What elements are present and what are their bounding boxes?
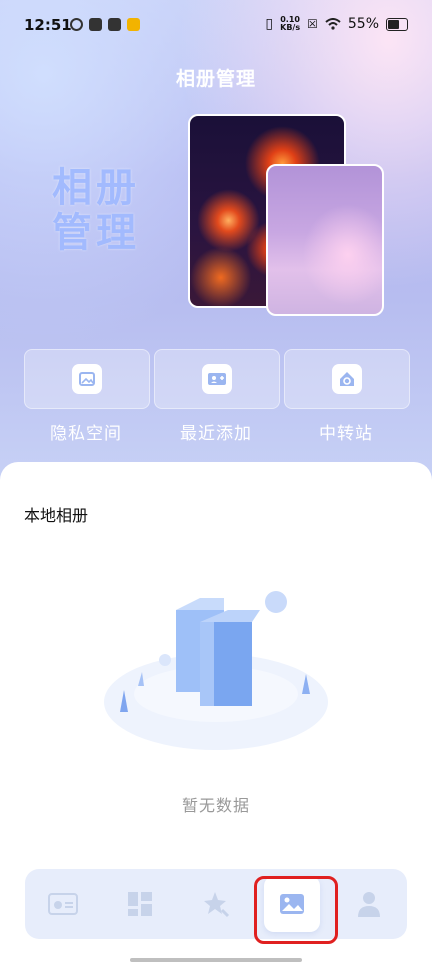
mail-icon xyxy=(89,18,102,31)
magic-star-icon xyxy=(203,892,230,918)
section-title: 本地相册 xyxy=(24,506,89,525)
empty-state-text: 暂无数据 xyxy=(181,796,250,815)
card-icon xyxy=(48,893,79,915)
add-person-icon xyxy=(202,364,232,394)
image-icon xyxy=(72,364,102,394)
battery-percent: 55% xyxy=(347,16,379,32)
tab-dashboard[interactable] xyxy=(112,876,168,932)
bottom-tab-bar xyxy=(25,869,407,939)
hero-text-line2: 管理 xyxy=(52,210,140,256)
header-hero: 12:51 ▯ 0.10 KB/s ☒ 55% 相册管理 相册 管理 隐私空间 … xyxy=(0,0,432,500)
quick-transfer-station[interactable]: 中转站 xyxy=(284,349,410,444)
tab-card[interactable] xyxy=(35,876,91,932)
quick-recently-added-label: 最近添加 xyxy=(180,424,252,444)
wifi-icon xyxy=(325,18,341,30)
quick-actions: 隐私空间 最近添加 中转站 xyxy=(24,349,410,444)
quick-recently-added[interactable]: 最近添加 xyxy=(154,349,280,444)
quick-private-space-box[interactable] xyxy=(24,349,150,409)
vibrate-icon: ▯ xyxy=(265,16,274,32)
sync-icon xyxy=(70,18,83,31)
page-title: 相册管理 xyxy=(175,68,256,90)
hero-text-line1: 相册 xyxy=(52,165,140,211)
status-right: ▯ 0.10 KB/s ☒ 55% xyxy=(265,16,408,32)
status-bar: 12:51 ▯ 0.10 KB/s ☒ 55% xyxy=(0,0,432,52)
quick-recently-added-box[interactable] xyxy=(154,349,280,409)
transfer-home-icon xyxy=(332,364,362,394)
home-indicator[interactable] xyxy=(130,958,302,962)
sky-photo xyxy=(266,164,384,316)
quick-private-space-label: 隐私空间 xyxy=(50,424,122,444)
notification-icons xyxy=(70,18,140,31)
sim-off-icon: ☒ xyxy=(307,17,318,31)
active-tab-highlight xyxy=(254,876,338,944)
battery-icon xyxy=(386,17,408,31)
tab-profile[interactable] xyxy=(341,876,397,932)
tab-magic[interactable] xyxy=(188,876,244,932)
dashboard-icon xyxy=(127,892,152,916)
speed-unit: KB/s xyxy=(280,23,301,32)
profile-icon xyxy=(357,892,380,917)
status-time: 12:51 xyxy=(24,16,72,34)
video-icon xyxy=(127,18,140,31)
play-icon xyxy=(108,18,121,31)
hero-text: 相册 管理 xyxy=(52,166,140,256)
empty-state-illustration xyxy=(104,591,328,750)
quick-transfer-station-box[interactable] xyxy=(284,349,410,409)
quick-private-space[interactable]: 隐私空间 xyxy=(24,349,150,444)
network-speed: 0.10 KB/s xyxy=(280,16,300,32)
quick-transfer-station-label: 中转站 xyxy=(319,424,373,444)
